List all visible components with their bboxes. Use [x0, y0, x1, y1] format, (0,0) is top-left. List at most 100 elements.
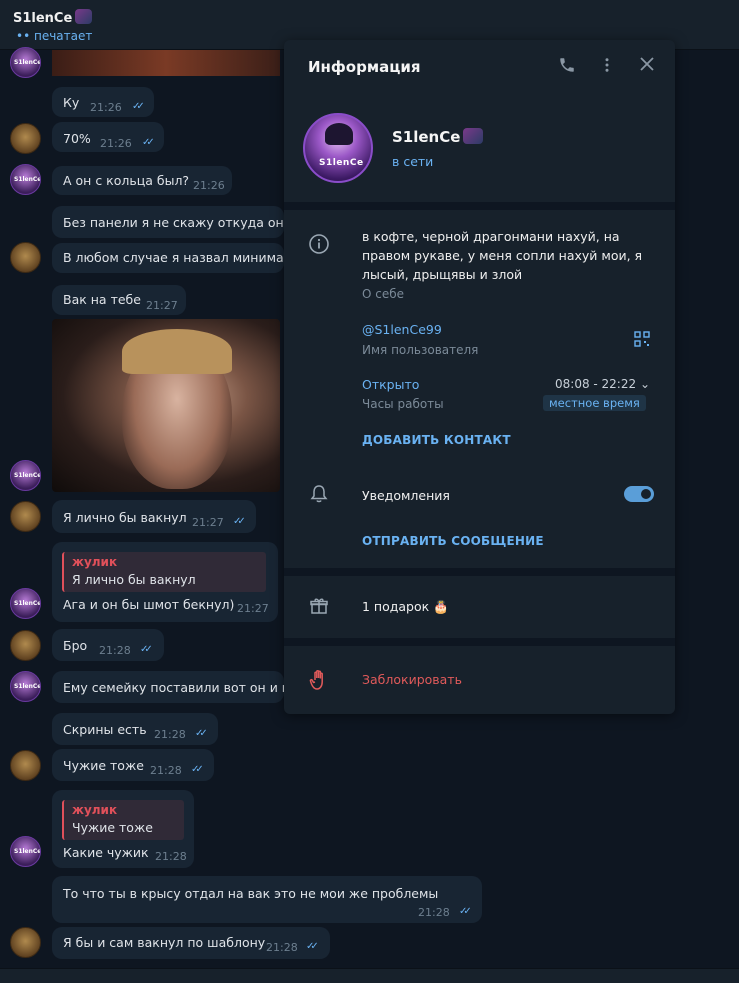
message-bubble[interactable]: То что ты в крысу отдал на вак это не мо…	[52, 876, 482, 923]
notifications-toggle[interactable]	[624, 486, 654, 502]
read-ticks-icon: ✓✓	[132, 101, 145, 112]
message-time: 21:27	[146, 299, 178, 312]
message-text: Скрины есть	[63, 722, 147, 737]
send-message-button[interactable]: ОТПРАВИТЬ СООБЩЕНИЕ	[362, 534, 544, 548]
phone-icon[interactable]	[556, 56, 578, 78]
message-text: Какие чужик	[63, 845, 149, 860]
message-text: Вак на тебе	[63, 292, 141, 307]
message-bubble[interactable]: Я лично бы вакнул 21:27 ✓✓	[52, 500, 256, 533]
username-link[interactable]: @S1lenCe99	[362, 322, 442, 337]
gift-icon	[308, 596, 330, 618]
bio-label: О себе	[362, 287, 405, 301]
panel-title: Информация	[308, 58, 421, 76]
message-time: 21:26	[100, 137, 132, 150]
read-ticks-icon: ✓✓	[233, 516, 246, 527]
message-text: Без панели я не скажу откуда он то	[63, 215, 284, 230]
message-bubble[interactable]: В любом случае я назвал минимальн	[52, 243, 284, 273]
chat-title: S1lenCe	[13, 9, 93, 26]
message-bubble[interactable]: Чужие тоже 21:28 ✓✓	[52, 749, 214, 781]
message-time: 21:27	[237, 602, 269, 615]
avatar[interactable]: S1lenCe	[10, 671, 41, 702]
toggle-knob	[639, 487, 653, 501]
avatar[interactable]	[10, 630, 41, 661]
message-bubble[interactable]: А он с кольца был? 21:26	[52, 166, 232, 195]
avatar[interactable]	[10, 927, 41, 958]
close-icon[interactable]	[636, 56, 658, 78]
message-time: 21:28	[155, 850, 187, 863]
avatar-text: S1lenCe	[14, 472, 41, 479]
message-time: 21:28	[154, 728, 186, 741]
timezone-badge[interactable]: местное время	[543, 395, 646, 411]
avatar-text: S1lenCe	[14, 176, 41, 183]
profile-avatar[interactable]: S1lenCe	[303, 113, 373, 183]
message-bubble[interactable]: Бро 21:28 ✓✓	[52, 629, 164, 661]
avatar[interactable]: S1lenCe	[10, 588, 41, 619]
section-divider	[284, 202, 675, 210]
message-time: 21:28	[150, 764, 182, 777]
message-bubble[interactable]: Без панели я не скажу откуда он то	[52, 206, 284, 238]
hours-dropdown[interactable]: 08:08 - 22:22 ⌄	[555, 377, 650, 391]
message-text: Чужие тоже	[63, 758, 144, 773]
bell-icon	[308, 484, 330, 506]
message-text: Ему семейку поставили вот он и не	[63, 680, 284, 695]
message-time: 21:28	[418, 906, 450, 919]
avatar[interactable]: S1lenCe	[10, 164, 41, 195]
typing-status: •• печатает	[16, 29, 93, 43]
block-button[interactable]: Заблокировать	[362, 672, 462, 687]
message-time: 21:28	[99, 644, 131, 657]
avatar-hair	[325, 123, 353, 145]
message-text: Ага и он бы шмот бекнул)	[63, 597, 235, 612]
qr-code-icon[interactable]	[634, 331, 650, 347]
read-ticks-icon: ✓✓	[191, 764, 204, 775]
message-bubble[interactable]: Скрины есть 21:28 ✓✓	[52, 713, 218, 745]
username-label: Имя пользователя	[362, 343, 479, 357]
bio-text: в кофте, черной драгонмани нахуй, на пра…	[362, 229, 643, 282]
avatar-text: S1lenCe	[14, 683, 41, 690]
reply-author: жулик	[72, 803, 118, 817]
chat-title-text: S1lenCe	[13, 11, 73, 26]
message-bubble[interactable]: 70% 21:26 ✓✓	[52, 122, 164, 152]
message-text: Я лично бы вакнул	[63, 510, 187, 525]
message-bubble[interactable]: Вак на тебе 21:27	[52, 285, 186, 315]
message-text: Я бы и сам вакнул по шаблону	[63, 935, 266, 950]
more-vertical-icon[interactable]	[596, 56, 618, 78]
avatar[interactable]	[10, 242, 41, 273]
message-time: 21:26	[193, 179, 225, 192]
reply-quote[interactable]: жулик Чужие тоже	[62, 800, 184, 840]
hours-label: Часы работы	[362, 397, 444, 411]
message-text: В любом случае я назвал минимальн	[63, 250, 284, 265]
reply-quote[interactable]: жулик Я лично бы вакнул	[62, 552, 266, 592]
section-divider	[284, 638, 675, 646]
photo-message[interactable]	[52, 319, 280, 492]
avatar[interactable]: S1lenCe	[10, 460, 41, 491]
info-panel: Информация S1lenCe S1lenCe в сети в кофт…	[284, 40, 675, 714]
photo-hair	[122, 329, 232, 374]
avatar-text: S1lenCe	[319, 158, 364, 168]
composer-bar[interactable]	[0, 968, 739, 983]
message-time: 21:27	[192, 516, 224, 529]
avatar[interactable]: S1lenCe	[10, 47, 41, 78]
add-contact-button[interactable]: ДОБАВИТЬ КОНТАКТ	[362, 433, 511, 447]
read-ticks-icon: ✓✓	[459, 906, 472, 917]
section-divider	[284, 568, 675, 576]
gifts-row[interactable]: 1 подарок 🎂	[362, 599, 449, 615]
notifications-label: Уведомления	[362, 488, 450, 503]
hand-block-icon	[308, 669, 330, 691]
emoji-status-icon	[463, 128, 484, 144]
message-text: 70%	[63, 131, 91, 146]
emoji-status-icon	[75, 9, 93, 24]
message-bubble[interactable]: Я бы и сам вакнул по шаблону 21:28 ✓✓	[52, 927, 330, 959]
message-text: Бро	[63, 638, 88, 653]
message-bubble[interactable]: Ему семейку поставили вот он и не	[52, 671, 284, 703]
profile-name: S1lenCe	[392, 128, 484, 146]
avatar[interactable]	[10, 123, 41, 154]
avatar[interactable]	[10, 501, 41, 532]
message-text: То что ты в крысу отдал на вак это не мо…	[63, 886, 439, 901]
message-text: Ку	[63, 95, 80, 110]
avatar[interactable]	[10, 750, 41, 781]
message-time: 21:28	[266, 941, 298, 954]
avatar[interactable]: S1lenCe	[10, 836, 41, 867]
message-bubble[interactable]: Ку 21:26 ✓✓	[52, 87, 154, 117]
photo-message-top[interactable]	[52, 50, 280, 76]
read-ticks-icon: ✓✓	[195, 728, 208, 739]
